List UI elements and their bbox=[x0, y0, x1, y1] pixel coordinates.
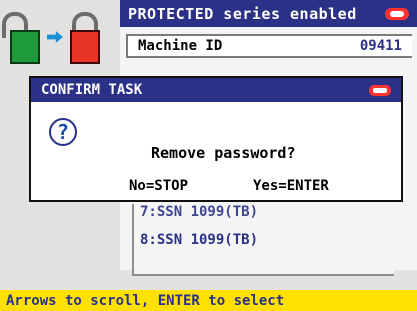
option-no-stop[interactable]: No=STOP bbox=[129, 178, 188, 194]
closed-lock-body bbox=[70, 30, 100, 64]
machine-id-value: 09411 bbox=[359, 38, 402, 54]
confirm-dialog: CONFIRM TASK ? Remove password? No=STOP … bbox=[29, 76, 403, 202]
series-list[interactable]: 7:SSN 1099(TB) 8:SSN 1099(TB) bbox=[132, 204, 394, 276]
status-text: Arrows to scroll, ENTER to select bbox=[6, 292, 285, 309]
header-bar: PROTECTED series enabled bbox=[120, 0, 417, 27]
question-icon: ? bbox=[49, 118, 77, 146]
machine-id-field: Machine ID 09411 bbox=[126, 34, 412, 58]
list-item[interactable]: 7:SSN 1099(TB) bbox=[140, 204, 258, 220]
brand-logo-icon bbox=[385, 7, 409, 20]
dialog-message: Remove password? bbox=[151, 144, 296, 162]
dialog-header: CONFIRM TASK bbox=[31, 78, 401, 102]
arrow-right-icon bbox=[47, 31, 63, 43]
machine-id-label: Machine ID bbox=[138, 38, 223, 54]
open-lock-body bbox=[10, 30, 40, 64]
dialog-title: CONFIRM TASK bbox=[41, 82, 143, 98]
brand-logo-icon bbox=[369, 84, 391, 96]
header-title: PROTECTED series enabled bbox=[128, 4, 357, 23]
list-item[interactable]: 8:SSN 1099(TB) bbox=[140, 232, 258, 248]
lock-status-area bbox=[0, 0, 120, 70]
status-bar: Arrows to scroll, ENTER to select bbox=[0, 290, 417, 311]
option-yes-enter[interactable]: Yes=ENTER bbox=[253, 178, 329, 194]
